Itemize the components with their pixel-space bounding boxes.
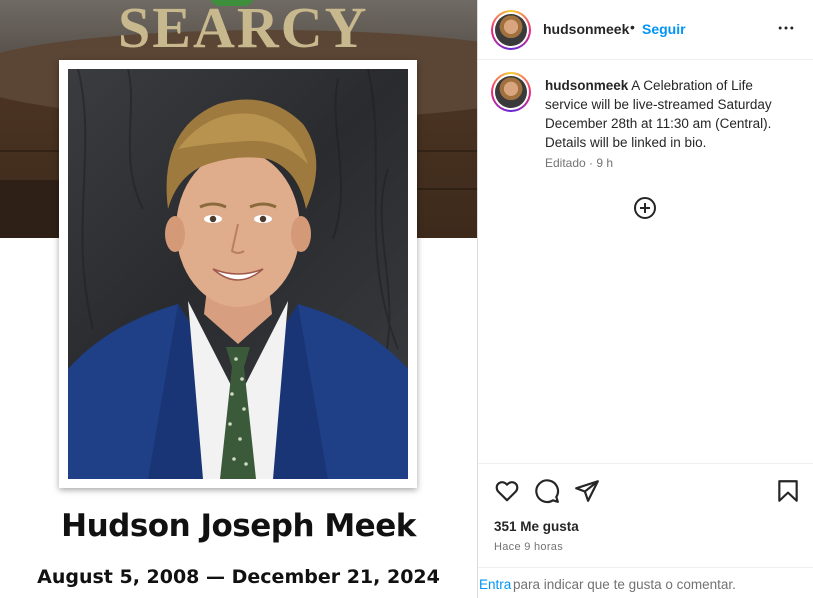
comment-icon[interactable] <box>534 478 560 504</box>
bookmark-icon[interactable] <box>775 478 801 504</box>
post-timestamp[interactable]: Hace 9 horas <box>494 541 563 553</box>
portrait-photo <box>68 69 408 479</box>
like-count[interactable]: 351 Me gusta <box>494 519 579 534</box>
avatar[interactable] <box>491 10 531 50</box>
header-username[interactable]: hudsonmeek <box>543 21 629 37</box>
login-text: para indicar que te gusta o comentar. <box>513 577 736 592</box>
caption-text: hudsonmeek A Celebration of Life service… <box>545 76 793 152</box>
login-prompt: Entra para indicar que te gusta o coment… <box>478 567 813 598</box>
caption-avatar[interactable] <box>491 72 531 112</box>
post-sidebar: hudsonmeek • Seguir hudsonmeek A Celebra… <box>477 0 813 598</box>
heart-icon[interactable] <box>494 478 520 504</box>
login-link[interactable]: Entra <box>479 577 511 592</box>
banner-title: SEARCY <box>118 0 369 60</box>
post-header: hudsonmeek • Seguir <box>478 0 813 60</box>
post-image[interactable]: SEARCY Hudson Joseph Meek August 5, 2008… <box>0 0 477 598</box>
action-bar <box>478 463 813 511</box>
more-options-icon[interactable] <box>776 18 796 38</box>
life-dates: August 5, 2008 — December 21, 2024 <box>37 566 440 588</box>
follow-button[interactable]: Seguir <box>642 21 686 37</box>
separator-dot: • <box>630 19 635 35</box>
caption-meta: Editado · 9 h <box>545 156 614 170</box>
deceased-name: Hudson Joseph Meek <box>61 508 416 544</box>
share-icon[interactable] <box>574 478 600 504</box>
caption-username[interactable]: hudsonmeek <box>545 78 628 93</box>
add-circle-icon[interactable] <box>633 196 657 220</box>
portrait-frame <box>59 60 417 488</box>
